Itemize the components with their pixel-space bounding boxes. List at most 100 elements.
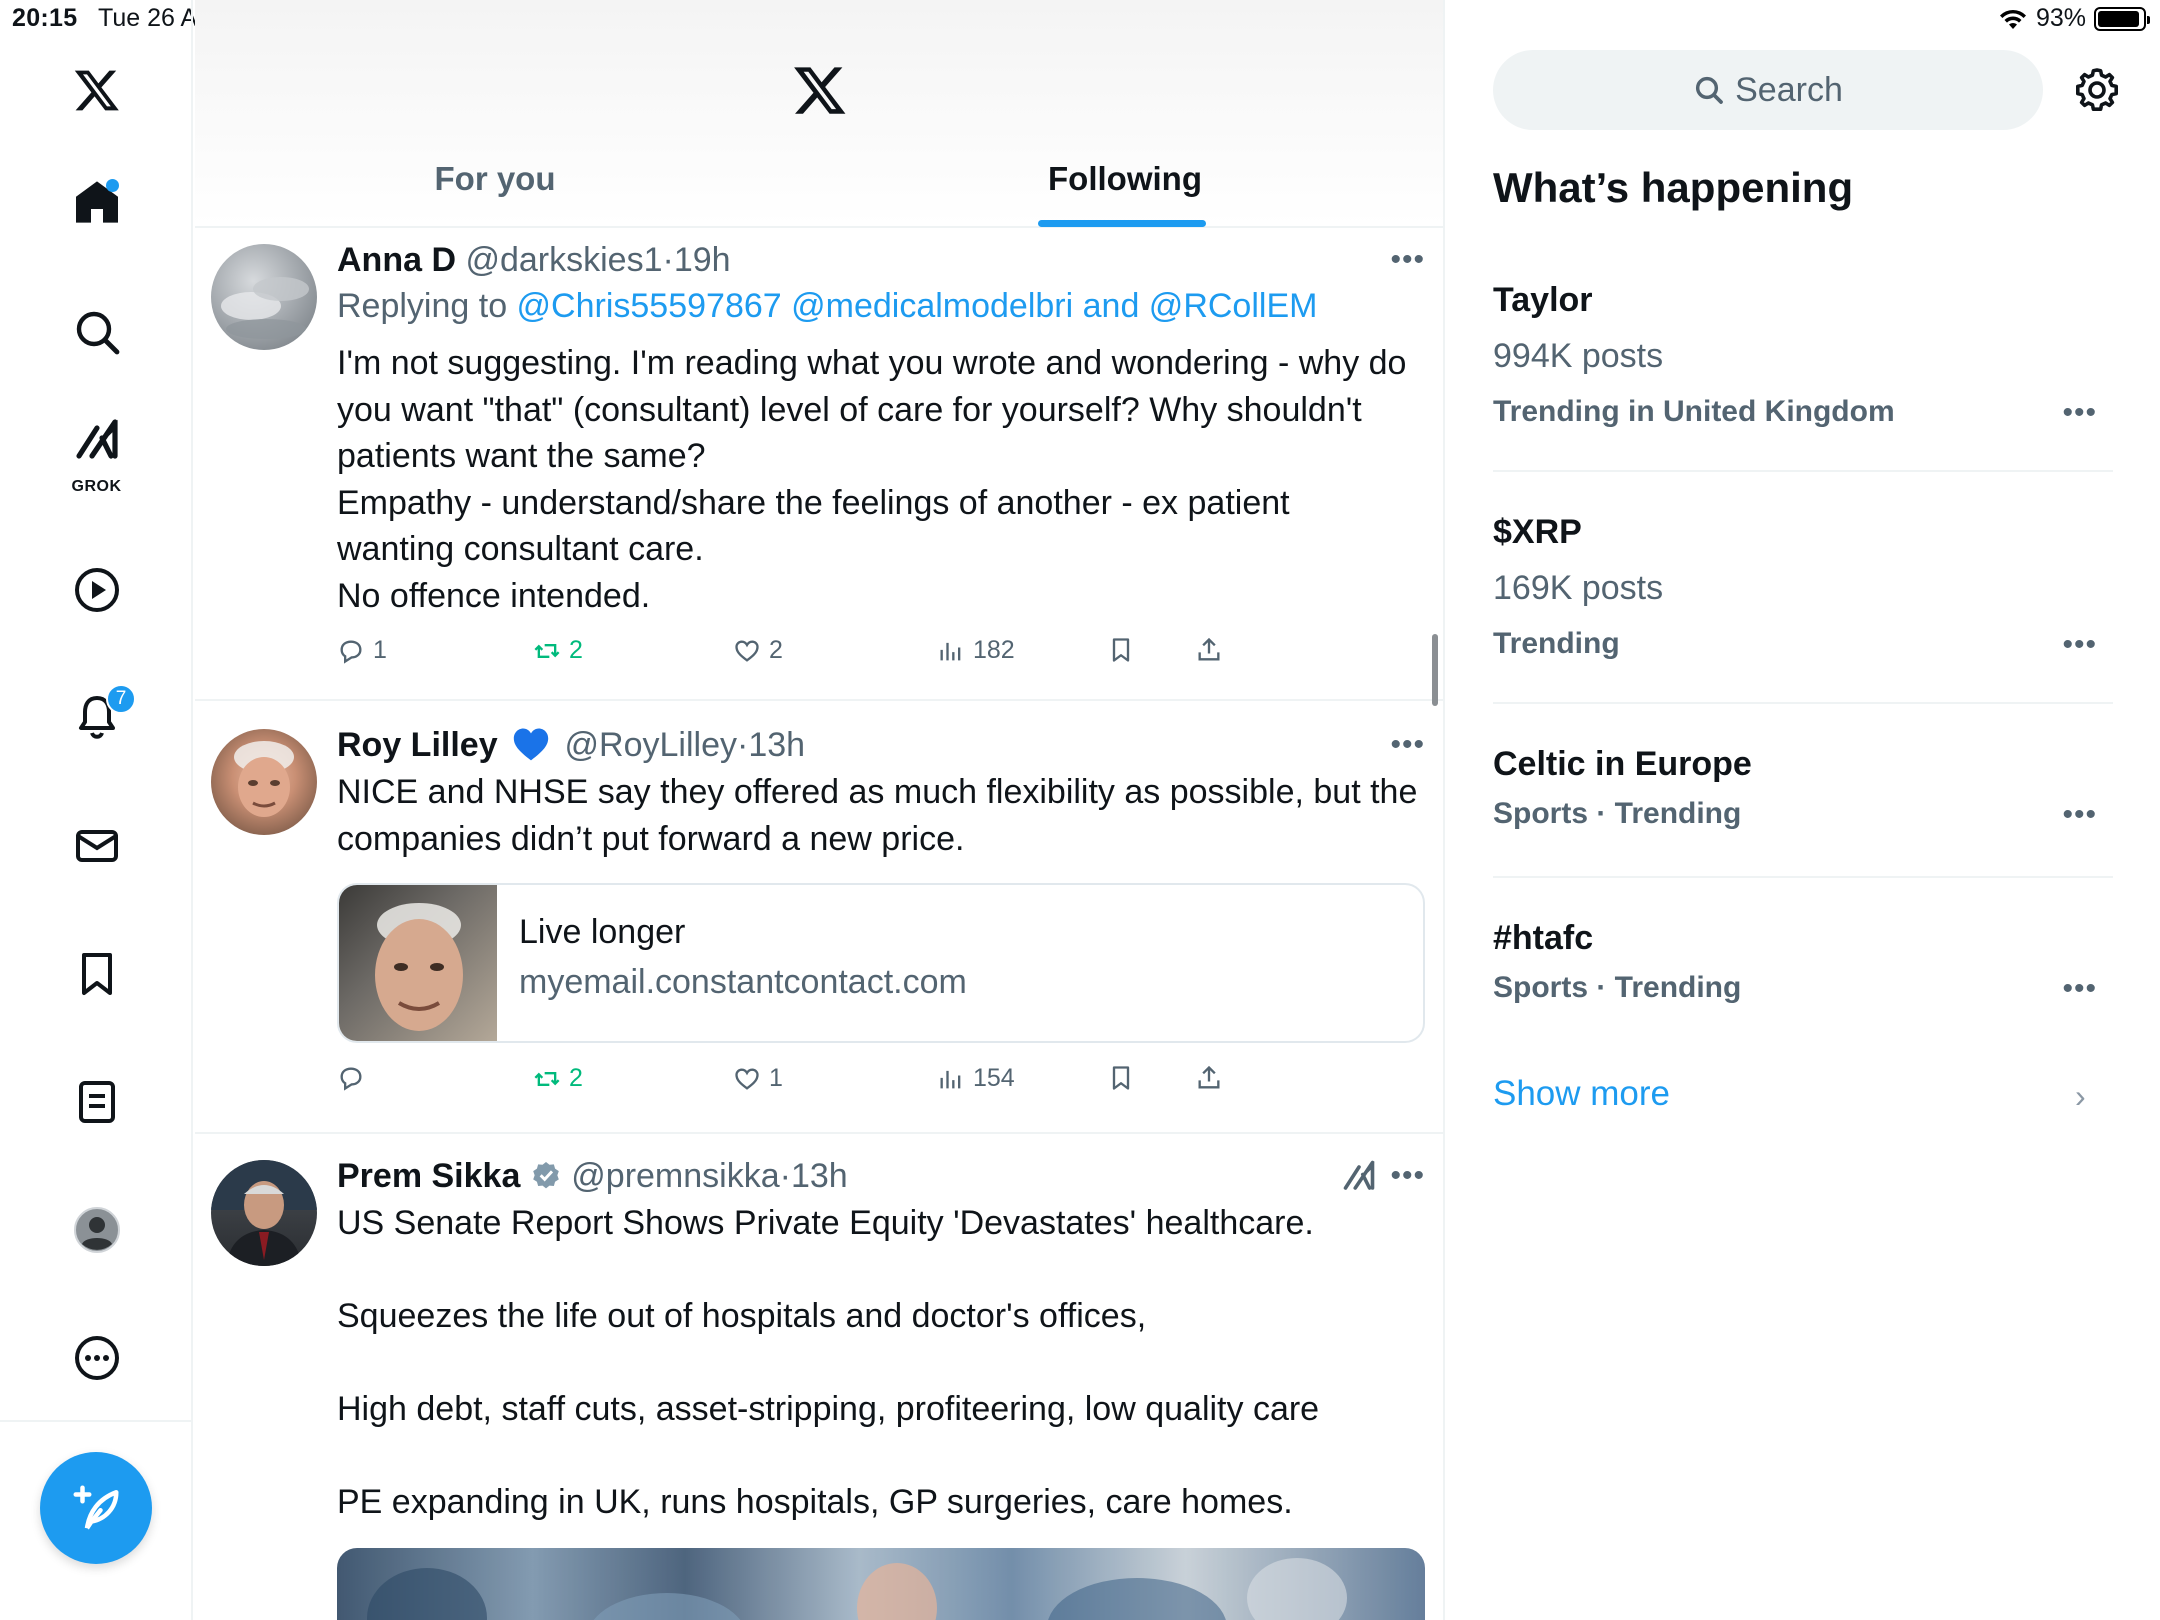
bookmark-button[interactable] [1107, 636, 1135, 664]
show-more-link[interactable]: Show more [1493, 1074, 1670, 1114]
tweet-time[interactable]: 13h [791, 1157, 848, 1195]
gear-icon[interactable] [2073, 66, 2121, 114]
views-button[interactable]: 154 [937, 1064, 1015, 1093]
search-icon [76, 311, 119, 355]
reply-button[interactable]: 1 [337, 636, 387, 665]
bookmark-button[interactable] [1107, 1064, 1135, 1092]
separator: · [736, 726, 749, 764]
trend-more-button[interactable]: ••• [2062, 628, 2097, 662]
avatar[interactable] [211, 244, 317, 350]
right-sidebar: Search What’s happening Taylor 994K post… [1447, 0, 2160, 1620]
tweet[interactable]: Anna D @darkskies1·19h ••• Replying to @… [195, 228, 1443, 701]
surgery-photo [337, 1548, 1425, 1620]
replying-to: Replying to @Chris55597867 @medicalmodel… [337, 282, 1425, 330]
author-handle[interactable]: @premnsikka [571, 1157, 779, 1195]
nav-videos[interactable] [0, 540, 193, 640]
nav-lists[interactable] [0, 1052, 193, 1152]
like-button[interactable]: 2 [733, 636, 783, 665]
replying-to-links[interactable]: @Chris55597867 @medicalmodelbri and @RCo… [517, 287, 1318, 325]
x-logo-nav[interactable] [0, 40, 193, 140]
reply-icon [340, 1067, 362, 1091]
trend-more-button[interactable]: ••• [2062, 798, 2097, 832]
author-handle[interactable]: @RoyLilley [565, 726, 737, 764]
author-handle[interactable]: @darkskies1 [465, 241, 662, 279]
repost-button[interactable]: 2 [533, 636, 583, 665]
tweet-time[interactable]: 13h [748, 726, 805, 764]
search-input[interactable]: Search [1493, 50, 2043, 130]
card-image [339, 885, 497, 1041]
trend-context: Sports · Trending [1493, 797, 1742, 830]
text-line: NICE and NHSE say they offered as much f… [337, 773, 1418, 811]
tweet-text: I'm not suggesting. I'm reading what you… [337, 340, 1425, 619]
trend-item[interactable]: Celtic in Europe Sports · Trending ••• [1493, 742, 2113, 878]
tweet-more-button[interactable]: ••• [1390, 725, 1425, 765]
share-icon [1198, 1065, 1220, 1089]
like-button[interactable]: 1 [733, 1064, 783, 1093]
tweet-more-button[interactable]: ••• [1390, 240, 1425, 280]
heart-icon [735, 639, 759, 662]
author-name[interactable]: Anna D [337, 241, 456, 279]
compose-feather-icon [73, 1485, 119, 1530]
tweet[interactable]: Prem Sikka @premnsikka·13h ••• US Senate… [195, 1134, 1443, 1620]
compose-button[interactable] [40, 1452, 152, 1564]
home-unread-dot [106, 179, 119, 192]
nav-home[interactable] [0, 152, 193, 252]
replying-prefix: Replying to [337, 287, 517, 325]
grok-icon[interactable] [1341, 1158, 1377, 1194]
author-name[interactable]: Roy Lilley [337, 726, 498, 764]
view-count: 154 [973, 1064, 1015, 1092]
avatar[interactable] [211, 1160, 317, 1266]
author-name[interactable]: Prem Sikka [337, 1157, 520, 1195]
tweet-more-button[interactable]: ••• [1390, 1156, 1425, 1196]
text-line: companies didn’t put forward a new price… [337, 819, 965, 858]
trend-item[interactable]: $XRP 169K posts Trending ••• [1493, 510, 2113, 704]
view-count: 182 [973, 636, 1015, 664]
search-placeholder: Search [1735, 70, 1843, 109]
text-line [337, 1247, 1425, 1294]
nav-explore[interactable] [0, 282, 193, 382]
nav-more[interactable] [0, 1308, 193, 1408]
scrollbar[interactable] [1432, 634, 1438, 706]
tweet-header: Prem Sikka @premnsikka·13h ••• [337, 1156, 1425, 1196]
grok-label: GROK [71, 478, 122, 495]
trend-item[interactable]: Taylor 994K posts Trending in United Kin… [1493, 278, 2113, 472]
link-card[interactable]: Live longer myemail.constantcontact.com [337, 883, 1425, 1043]
views-button[interactable]: 182 [937, 636, 1015, 665]
nav-divider [0, 1420, 193, 1422]
trend-more-button[interactable]: ••• [2062, 396, 2097, 430]
repost-icon [534, 1071, 560, 1086]
reply-icon [340, 639, 362, 664]
nav-profile[interactable] [0, 1180, 193, 1280]
whats-happening-title: What’s happening [1493, 164, 1854, 211]
avatar[interactable] [211, 729, 317, 835]
nav-bookmarks[interactable] [0, 924, 193, 1024]
tab-following[interactable]: Following [1015, 160, 1235, 198]
search-icon [1696, 76, 1723, 104]
share-button[interactable] [1195, 1064, 1223, 1092]
tweet-text: US Senate Report Shows Private Equity 'D… [337, 1200, 1425, 1526]
x-logo-icon [74, 70, 119, 111]
trend-more-button[interactable]: ••• [2062, 972, 2097, 1006]
tab-for-you[interactable]: For you [395, 160, 595, 198]
trend-name: Celtic in Europe [1493, 745, 1752, 783]
trend-posts: 994K posts [1493, 337, 1664, 375]
text-line: Empathy - understand/share the feelings … [337, 483, 1290, 522]
share-button[interactable] [1195, 636, 1223, 664]
trend-item[interactable]: #htafc Sports · Trending ••• [1493, 916, 2113, 1052]
text-line [337, 1433, 1425, 1480]
nav-notifications[interactable]: 7 [0, 666, 193, 766]
text-line: High debt, staff cuts, asset-stripping, … [337, 1390, 1320, 1428]
trend-name: Taylor [1493, 281, 1593, 319]
nav-messages[interactable] [0, 796, 193, 896]
analytics-icon [940, 642, 961, 660]
like-count: 1 [769, 1064, 783, 1092]
repost-icon [534, 643, 560, 658]
timeline[interactable]: For you Following Anna D @darkskies1·19h… [195, 0, 1445, 1620]
text-line: you want "that" (consultant) level of ca… [337, 390, 1362, 429]
text-line: No offence intended. [337, 576, 651, 615]
reply-button[interactable] [337, 1064, 373, 1092]
repost-button[interactable]: 2 [533, 1064, 583, 1093]
tweet[interactable]: Roy Lilley @RoyLilley·13h ••• NICE and N… [195, 701, 1443, 1134]
tweet-time[interactable]: 19h [674, 241, 731, 279]
tweet-media-image[interactable] [337, 1548, 1425, 1620]
